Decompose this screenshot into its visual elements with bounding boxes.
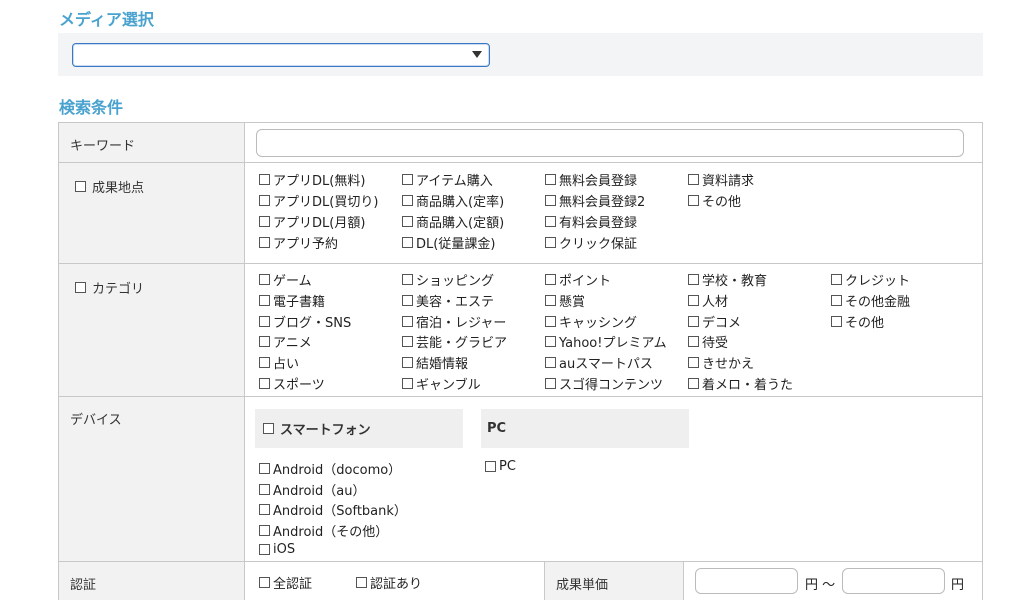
smartphone-all-checkbox[interactable]: スマートフォン — [263, 419, 371, 438]
category-option[interactable]: アニメ — [259, 332, 312, 351]
result-point-option[interactable]: 無料会員登録2 — [545, 191, 645, 210]
device-label: デバイス — [70, 413, 122, 428]
unit-price-range-separator: 円 〜 — [805, 578, 836, 593]
result-point-option[interactable]: アプリDL(月額) — [259, 212, 365, 231]
result-point-all-checkbox[interactable]: 成果地点 — [75, 177, 144, 196]
category-option[interactable]: ショッピング — [402, 270, 494, 289]
result-point-row: 成果地点 アプリDL(無料) アプリDL(買切り) アプリDL(月額) アプリ予… — [58, 163, 983, 264]
result-point-option[interactable]: その他 — [688, 191, 741, 210]
category-option[interactable]: 宿泊・レジャー — [402, 312, 506, 331]
unit-price-label-cell: 成果単価 — [544, 562, 684, 600]
category-option[interactable]: 学校・教育 — [688, 270, 767, 289]
result-point-option[interactable]: アプリDL(無料) — [259, 170, 365, 189]
device-option[interactable]: Android（Softbank） — [259, 500, 407, 519]
unit-price-label: 成果単価 — [556, 578, 609, 593]
auth-row: 認証 全認証 認証あり 成果単価 円 〜 円 — [58, 562, 983, 600]
category-option[interactable]: 占い — [259, 353, 299, 372]
category-row: カテゴリ ゲーム 電子書籍 ブログ・SNS アニメ 占い スポーツ ショッピング… — [58, 264, 983, 397]
category-option[interactable]: スゴ得コンテンツ — [545, 374, 663, 393]
auth-option[interactable]: 認証あり — [356, 573, 422, 592]
category-option[interactable]: 結婚情報 — [402, 353, 468, 372]
category-option[interactable]: 芸能・グラビア — [402, 332, 507, 351]
result-point-option[interactable]: アプリDL(買切り) — [259, 191, 378, 210]
category-option[interactable]: その他 — [831, 312, 884, 331]
device-option[interactable]: Android（au） — [259, 480, 365, 499]
category-option[interactable]: ブログ・SNS — [259, 312, 351, 331]
auth-label: 認証 — [70, 578, 97, 593]
auth-option[interactable]: 全認証 — [259, 573, 312, 592]
category-option[interactable]: 着メロ・着うた — [688, 374, 793, 393]
category-all-checkbox[interactable]: カテゴリ — [75, 278, 144, 297]
unit-price-min-input[interactable] — [695, 568, 798, 594]
category-option[interactable]: Yahoo!プレミアム — [545, 332, 667, 351]
category-option[interactable]: 人材 — [688, 291, 728, 310]
category-option[interactable]: キャッシング — [545, 312, 637, 331]
category-option[interactable]: ポイント — [545, 270, 611, 289]
category-option[interactable]: スポーツ — [259, 374, 325, 393]
media-section-title: メディア選択 — [59, 10, 154, 29]
category-option[interactable]: デコメ — [688, 312, 741, 331]
category-option[interactable]: その他金融 — [831, 291, 910, 310]
result-point-option[interactable]: 有料会員登録 — [545, 212, 637, 231]
search-conditions-table: キーワード 成果地点 アプリDL(無料) アプリDL(買切り) アプリDL(月額… — [58, 122, 983, 600]
device-row: デバイス スマートフォン PC Android（docomo） Android（… — [58, 397, 983, 562]
category-option[interactable]: 待受 — [688, 332, 728, 351]
result-point-option[interactable]: 商品購入(定率) — [402, 191, 504, 210]
result-point-option[interactable]: 無料会員登録 — [545, 170, 637, 189]
device-option-pc[interactable]: PC — [485, 459, 516, 474]
keyword-row: キーワード — [58, 123, 983, 163]
result-point-option[interactable]: アイテム購入 — [402, 170, 493, 189]
category-option[interactable]: 美容・エステ — [402, 291, 494, 310]
chevron-down-icon — [472, 51, 482, 58]
category-option[interactable]: クレジット — [831, 270, 910, 289]
keyword-label: キーワード — [70, 139, 136, 154]
unit-price-max-input[interactable] — [842, 568, 945, 594]
result-point-option[interactable]: アプリ予約 — [259, 233, 338, 252]
result-point-option[interactable]: クリック保証 — [545, 233, 637, 252]
keyword-input[interactable] — [256, 129, 964, 157]
category-option[interactable]: ゲーム — [259, 270, 312, 289]
result-point-option[interactable]: 商品購入(定額) — [402, 212, 504, 231]
pc-header: PC — [481, 409, 689, 448]
smartphone-header: スマートフォン — [255, 409, 463, 448]
device-option[interactable]: Android（docomo） — [259, 459, 401, 478]
media-select[interactable] — [72, 43, 490, 67]
category-option[interactable]: auスマートパス — [545, 353, 653, 372]
search-section-title: 検索条件 — [59, 98, 124, 117]
category-option[interactable]: 電子書籍 — [259, 291, 325, 310]
category-option[interactable]: ギャンブル — [402, 374, 481, 393]
media-select-panel — [58, 33, 983, 76]
device-option[interactable]: iOS — [259, 542, 295, 557]
result-point-option[interactable]: 資料請求 — [688, 170, 754, 189]
category-option[interactable]: きせかえ — [688, 353, 754, 372]
category-option[interactable]: 懸賞 — [545, 291, 585, 310]
device-option[interactable]: Android（その他） — [259, 521, 388, 540]
unit-price-yen: 円 — [951, 578, 965, 593]
result-point-option[interactable]: DL(従量課金) — [402, 233, 495, 252]
